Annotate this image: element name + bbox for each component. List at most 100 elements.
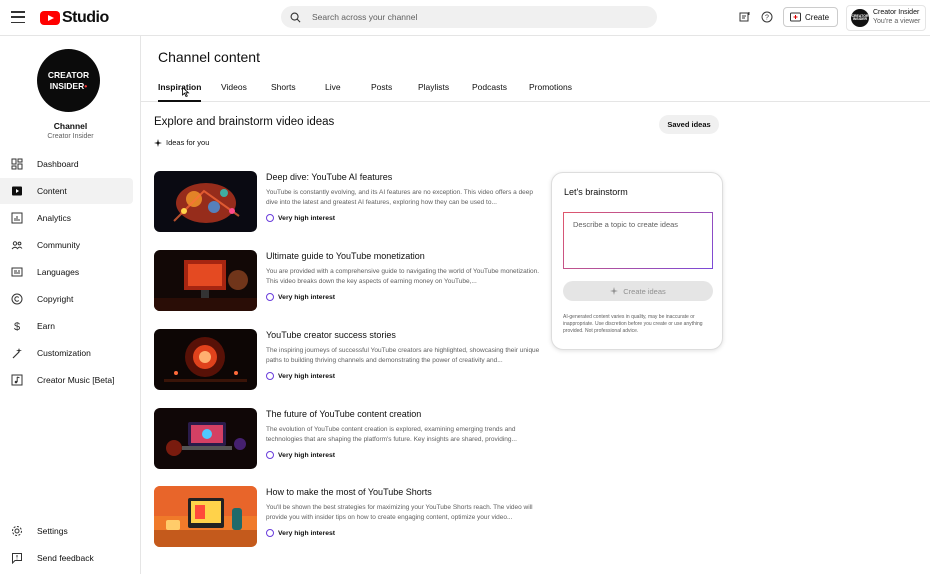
- idea-title: How to make the most of YouTube Shorts: [266, 487, 432, 497]
- svg-text:$: $: [14, 321, 20, 332]
- tab-live[interactable]: Live: [325, 82, 341, 102]
- dashboard-icon: [11, 158, 23, 170]
- sidebar-item-creator-music[interactable]: Creator Music [Beta]: [0, 367, 133, 393]
- ideas-for-you-label: Ideas for you: [154, 138, 209, 147]
- ai-disclaimer: AI-generated content varies in quality, …: [563, 314, 703, 334]
- youtube-studio-logo[interactable]: Studio: [40, 9, 109, 27]
- sidebar-item-label: Content: [37, 186, 67, 196]
- account-role: You're a viewer: [873, 18, 921, 25]
- page-title: Channel content: [158, 49, 260, 65]
- sidebar-item-settings[interactable]: Settings: [0, 518, 133, 544]
- sidebar-item-content[interactable]: Content: [0, 178, 133, 204]
- tab-shorts[interactable]: Shorts: [271, 82, 296, 102]
- idea-card[interactable]: Deep dive: YouTube AI features YouTube i…: [154, 171, 544, 233]
- captions-icon[interactable]: [738, 10, 752, 24]
- content-icon: [11, 185, 23, 197]
- languages-icon: [11, 266, 23, 278]
- brainstorm-topic-input[interactable]: [563, 212, 713, 269]
- avatar-line-1: CREATOR: [47, 69, 90, 80]
- interest-label: Very high interest: [278, 372, 336, 380]
- create-ideas-button[interactable]: Create ideas: [563, 281, 713, 301]
- interest-badge: Very high interest: [266, 529, 335, 537]
- ideas-for-you-text: Ideas for you: [166, 138, 210, 147]
- community-icon: [11, 239, 23, 251]
- idea-title: YouTube creator success stories: [266, 330, 396, 340]
- sparkle-icon: [610, 287, 619, 295]
- sidebar-item-label: Earn: [37, 321, 55, 331]
- brainstorm-title: Let's brainstorm: [564, 187, 628, 197]
- sparkle-icon: [154, 138, 162, 147]
- account-switcher[interactable]: CREATOR INSIDER Creator Insider You're a…: [846, 5, 926, 31]
- sidebar-item-label: Send feedback: [37, 553, 94, 563]
- tab-promotions[interactable]: Promotions: [529, 82, 572, 102]
- sidebar-item-label: Creator Music [Beta]: [37, 375, 115, 385]
- create-button[interactable]: Create: [783, 7, 838, 27]
- sidebar-item-label: Dashboard: [37, 159, 79, 169]
- idea-thumbnail: [154, 408, 257, 469]
- interest-label: Very high interest: [278, 214, 336, 222]
- tab-podcasts[interactable]: Podcasts: [472, 82, 507, 102]
- create-label: Create: [805, 12, 830, 22]
- sidebar-item-label: Settings: [37, 526, 68, 536]
- interest-badge: Very high interest: [266, 293, 335, 301]
- interest-ring-icon: [266, 214, 274, 222]
- logo-text: Studio: [62, 9, 109, 26]
- idea-card[interactable]: The future of YouTube content creation T…: [154, 408, 544, 470]
- tab-playlists[interactable]: Playlists: [418, 82, 449, 102]
- sidebar-item-earn[interactable]: $ Earn: [0, 313, 133, 339]
- customization-icon: [11, 347, 23, 359]
- brainstorm-panel: Let's brainstorm Create ideas AI-generat…: [551, 172, 723, 350]
- idea-description: The inspiring journeys of successful You…: [266, 347, 540, 364]
- avatar-line-2: INSIDER: [49, 80, 85, 91]
- interest-badge: Very high interest: [266, 372, 335, 380]
- idea-thumbnail: [154, 486, 257, 547]
- sidebar-item-label: Customization: [37, 348, 91, 358]
- sidebar-item-copyright[interactable]: Copyright: [0, 286, 133, 312]
- interest-badge: Very high interest: [266, 451, 335, 459]
- idea-card[interactable]: Ultimate guide to YouTube monetization Y…: [154, 250, 544, 312]
- idea-card[interactable]: YouTube creator success stories The insp…: [154, 329, 544, 391]
- create-video-icon: [790, 12, 801, 22]
- music-icon: [11, 374, 23, 386]
- interest-ring-icon: [266, 372, 274, 380]
- channel-avatar[interactable]: CREATOR INSIDER•: [37, 49, 100, 112]
- idea-thumbnail: [154, 171, 257, 232]
- copyright-icon: [11, 293, 23, 305]
- interest-ring-icon: [266, 293, 274, 301]
- idea-card[interactable]: How to make the most of YouTube Shorts Y…: [154, 486, 544, 548]
- interest-label: Very high interest: [278, 529, 336, 537]
- search-input[interactable]: [312, 12, 642, 22]
- channel-label: Channel: [53, 121, 88, 131]
- create-ideas-label: Create ideas: [623, 286, 666, 296]
- sidebar-item-dashboard[interactable]: Dashboard: [0, 151, 133, 177]
- tab-videos[interactable]: Videos: [221, 82, 247, 102]
- interest-ring-icon: [266, 529, 274, 537]
- content-tabs: Inspiration Videos Shorts Live Posts Pla…: [141, 76, 930, 102]
- tab-posts[interactable]: Posts: [371, 82, 392, 102]
- help-icon[interactable]: ?: [760, 10, 774, 24]
- sidebar-item-label: Community: [37, 240, 80, 250]
- search-icon: [290, 12, 301, 22]
- tab-inspiration[interactable]: Inspiration: [158, 82, 202, 102]
- top-bar: Studio ? Create CREATOR INSIDER Creator …: [0, 0, 930, 36]
- idea-thumbnail: [154, 329, 257, 390]
- sidebar-item-label: Languages: [37, 267, 80, 277]
- channel-name: Creator Insider: [47, 133, 94, 140]
- interest-label: Very high interest: [278, 293, 336, 301]
- feedback-icon: [11, 552, 23, 564]
- account-name: Creator Insider: [873, 9, 920, 17]
- sidebar-item-send-feedback[interactable]: Send feedback: [0, 545, 133, 571]
- analytics-icon: [11, 212, 23, 224]
- idea-description: You are provided with a comprehensive gu…: [266, 268, 540, 285]
- menu-icon[interactable]: [10, 9, 26, 25]
- interest-ring-icon: [266, 451, 274, 459]
- sidebar-item-analytics[interactable]: Analytics: [0, 205, 133, 231]
- sidebar-item-languages[interactable]: Languages: [0, 259, 133, 285]
- sidebar-item-customization[interactable]: Customization: [0, 340, 133, 366]
- search-bar[interactable]: [281, 6, 657, 28]
- sidebar-item-community[interactable]: Community: [0, 232, 133, 258]
- idea-thumbnail: [154, 250, 257, 311]
- idea-title: The future of YouTube content creation: [266, 409, 422, 419]
- saved-ideas-button[interactable]: Saved ideas: [659, 115, 719, 134]
- idea-title: Deep dive: YouTube AI features: [266, 172, 393, 182]
